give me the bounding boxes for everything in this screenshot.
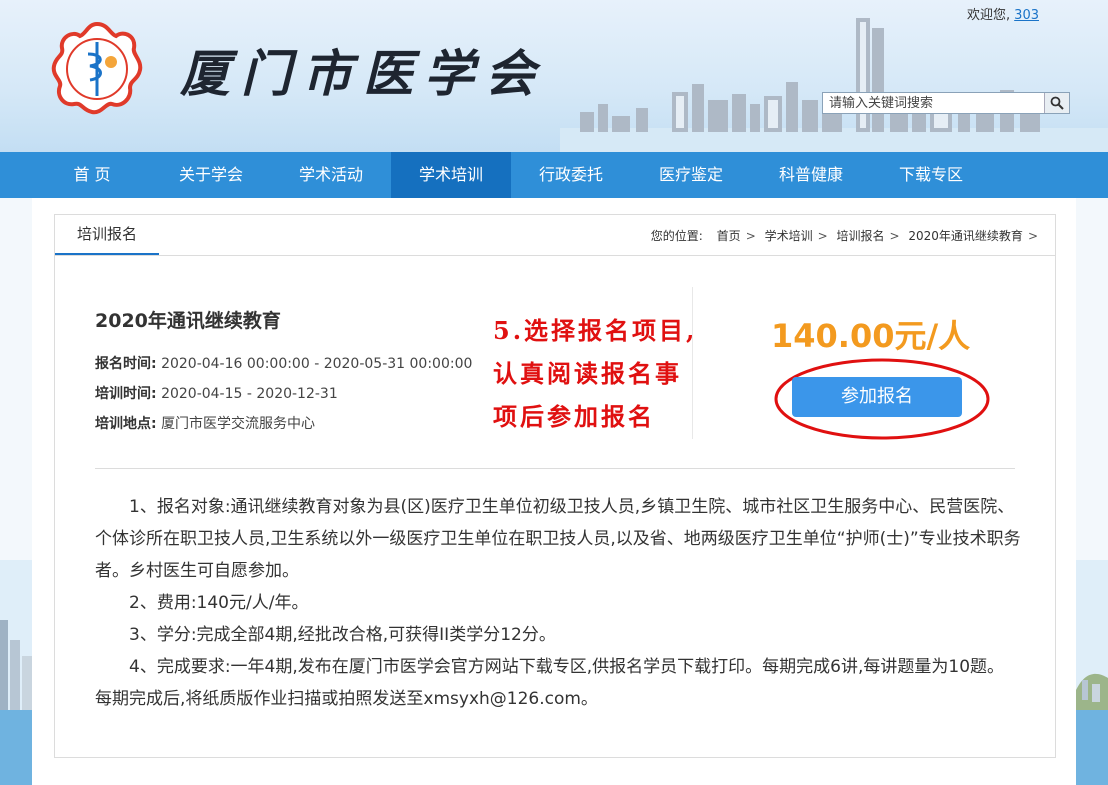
breadcrumb-item-academic-training[interactable]: 学术培训 <box>765 229 813 243</box>
association-logo <box>51 21 143 115</box>
course-title: 2020年通讯继续教育 <box>95 310 281 332</box>
welcome-text: 欢迎您, <box>967 8 1011 23</box>
training-location-row: 培训地点: 厦门市医学交流服务中心 <box>95 413 315 433</box>
course-price: 140.00元/人 <box>771 317 971 355</box>
nav-item-downloads[interactable]: 下载专区 <box>871 152 991 198</box>
annotation-line: 项后参加报名 <box>493 402 655 431</box>
breadcrumb-prefix: 您的位置: <box>650 229 703 243</box>
card-header: 培训报名 您的位置: 首页 > 学术培训 > 培训报名 > 2020年通讯继续教育 > <box>55 215 1055 256</box>
site-header: 欢迎您, 303 厦门市医学会 <box>0 0 1108 152</box>
annotation-line: 5.选择报名项目, <box>493 316 698 345</box>
welcome-greeting: 欢迎您, 303 <box>967 4 1039 23</box>
detail-paragraph: 4、完成要求:一年4期,发布在厦门市医学会官方网站下载专区,供报名学员下载打印。… <box>95 657 1005 709</box>
training-time-row: 培训时间: 2020-04-15 - 2020-12-31 <box>95 383 338 403</box>
main-panel: 培训报名 您的位置: 首页 > 学术培训 > 培训报名 > 2020年通讯继续教育 > … <box>32 198 1076 785</box>
nav-item-admin-commission[interactable]: 行政委托 <box>511 152 631 198</box>
course-details: 1、报名对象:通讯继续教育对象为县(区)医疗卫生单位初级卫技人员,乡镇卫生院、城… <box>95 491 1021 715</box>
site-title: 厦门市医学会 <box>180 44 546 103</box>
nav-item-health-science[interactable]: 科普健康 <box>751 152 871 198</box>
training-card: 培训报名 您的位置: 首页 > 学术培训 > 培训报名 > 2020年通讯继续教育 > … <box>54 214 1056 758</box>
main-nav: 首 页 关于学会 学术活动 学术培训 行政委托 医疗鉴定 科普健康 下载专区 <box>0 152 1108 198</box>
search-icon <box>1050 96 1064 110</box>
horizontal-divider <box>95 468 1015 469</box>
detail-paragraph: 3、学分:完成全部4期,经批改合格,可获得II类学分12分。 <box>129 625 556 645</box>
nav-item-medical-appraisal[interactable]: 医疗鉴定 <box>631 152 751 198</box>
search-input[interactable] <box>823 93 1057 113</box>
training-time-label: 培训时间: <box>95 386 157 402</box>
instruction-annotation: 5.选择报名项目, 认真阅读报名事 项后参加报名 <box>493 309 733 438</box>
signup-time-row: 报名时间: 2020-04-16 00:00:00 - 2020-05-31 0… <box>95 353 472 373</box>
search-box <box>822 92 1070 114</box>
nav-item-about[interactable]: 关于学会 <box>151 152 271 198</box>
training-location-value: 厦门市医学交流服务中心 <box>161 416 316 432</box>
detail-paragraph: 2、费用:140元/人/年。 <box>129 593 309 613</box>
signup-time-label: 报名时间: <box>95 356 157 372</box>
tab-training-signup[interactable]: 培训报名 <box>55 215 159 255</box>
breadcrumb: 您的位置: 首页 > 学术培训 > 培训报名 > 2020年通讯继续教育 > <box>650 229 1038 243</box>
detail-paragraph: 1、报名对象:通讯继续教育对象为县(区)医疗卫生单位初级卫技人员,乡镇卫生院、城… <box>95 497 1021 581</box>
search-button[interactable] <box>1044 93 1069 113</box>
breadcrumb-item-training-signup[interactable]: 培训报名 <box>836 229 884 243</box>
training-location-label: 培训地点: <box>95 416 157 432</box>
nav-item-home[interactable]: 首 页 <box>32 152 152 198</box>
breadcrumb-item-home[interactable]: 首页 <box>717 229 741 243</box>
nav-item-academic-activities[interactable]: 学术活动 <box>271 152 391 198</box>
breadcrumb-item-current[interactable]: 2020年通讯继续教育 <box>908 229 1023 243</box>
background-scenery-right <box>1076 560 1108 785</box>
user-link[interactable]: 303 <box>1014 8 1039 23</box>
signup-time-value: 2020-04-16 00:00:00 - 2020-05-31 00:00:0… <box>161 356 473 372</box>
annotation-line: 认真阅读报名事 <box>493 359 682 388</box>
nav-item-academic-training[interactable]: 学术培训 <box>391 152 511 198</box>
vertical-divider <box>692 287 693 439</box>
training-time-value: 2020-04-15 - 2020-12-31 <box>161 386 338 402</box>
join-signup-button[interactable]: 参加报名 <box>792 377 962 417</box>
background-scenery-left <box>0 560 32 785</box>
